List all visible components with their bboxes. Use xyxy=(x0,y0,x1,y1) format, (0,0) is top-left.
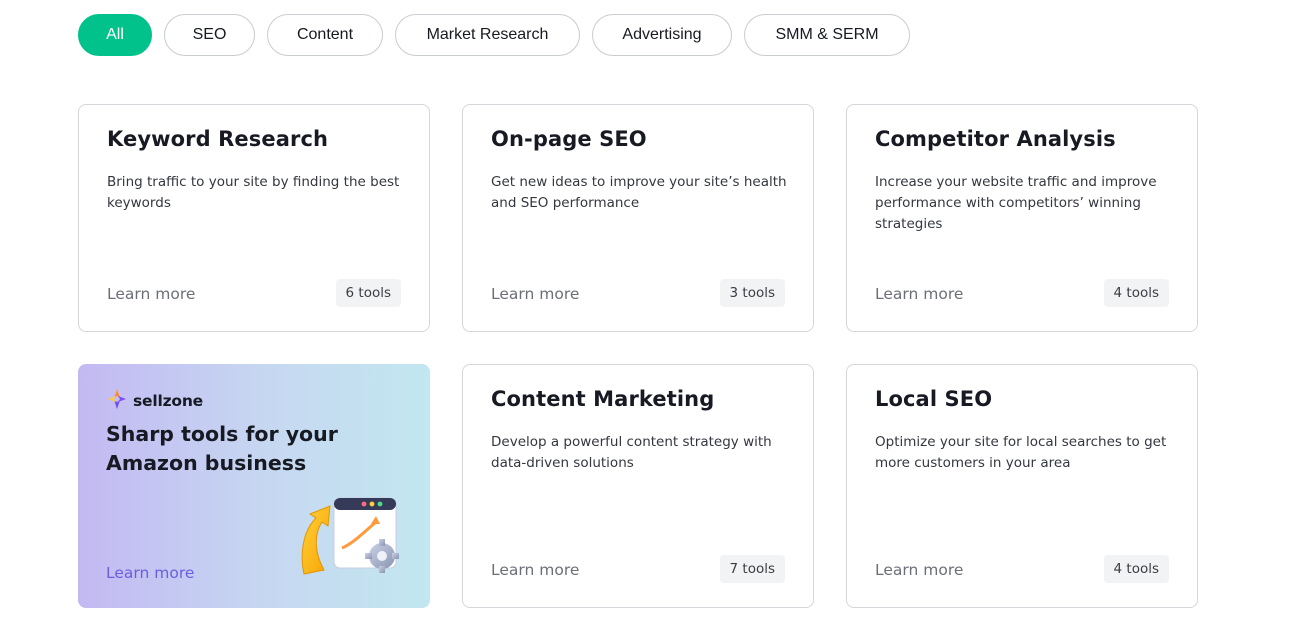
sellzone-logo: sellzone xyxy=(106,388,203,414)
filter-seo[interactable]: SEO xyxy=(164,14,255,56)
filter-advertising[interactable]: Advertising xyxy=(592,14,732,56)
card-content-marketing[interactable]: Content Marketing Develop a powerful con… xyxy=(462,364,814,608)
tools-count-badge: 6 tools xyxy=(335,279,401,307)
filter-all[interactable]: All xyxy=(78,14,152,56)
filter-content[interactable]: Content xyxy=(267,14,383,56)
promo-title: Sharp tools for your Amazon business xyxy=(106,422,338,475)
tools-count-badge: 4 tools xyxy=(1103,279,1169,307)
growth-arrow-browser-gear-icon xyxy=(296,496,406,590)
learn-more-link[interactable]: Learn more xyxy=(106,564,194,582)
card-local-seo[interactable]: Local SEO Optimize your site for local s… xyxy=(846,364,1198,608)
card-competitor-analysis[interactable]: Competitor Analysis Increase your websit… xyxy=(846,104,1198,332)
learn-more-link[interactable]: Learn more xyxy=(875,561,963,579)
card-title: Local SEO xyxy=(875,387,993,411)
learn-more-link[interactable]: Learn more xyxy=(491,285,579,303)
card-description: Develop a powerful content strategy with… xyxy=(491,434,772,471)
learn-more-link[interactable]: Learn more xyxy=(107,285,195,303)
tools-count-badge: 7 tools xyxy=(719,555,785,583)
card-keyword-research[interactable]: Keyword Research Bring traffic to your s… xyxy=(78,104,430,332)
card-title: Competitor Analysis xyxy=(875,127,1116,151)
card-title: On-page SEO xyxy=(491,127,647,151)
card-description: Get new ideas to improve your site’s hea… xyxy=(491,174,787,211)
sellzone-logo-text: sellzone xyxy=(133,392,203,410)
card-description: Increase your website traffic and improv… xyxy=(875,174,1157,232)
filter-market-research[interactable]: Market Research xyxy=(395,14,580,56)
tools-count-badge: 3 tools xyxy=(719,279,785,307)
card-description: Optimize your site for local searches to… xyxy=(875,434,1167,471)
card-description: Bring traffic to your site by finding th… xyxy=(107,174,400,211)
category-filters: All SEO Content Market Research Advertis… xyxy=(78,14,910,56)
tools-count-badge: 4 tools xyxy=(1103,555,1169,583)
sellzone-promo-card[interactable]: sellzone Sharp tools for your Amazon bus… xyxy=(78,364,430,608)
learn-more-link[interactable]: Learn more xyxy=(875,285,963,303)
learn-more-link[interactable]: Learn more xyxy=(491,561,579,579)
sellzone-logo-icon xyxy=(106,388,128,414)
card-title: Keyword Research xyxy=(107,127,329,151)
card-on-page-seo[interactable]: On-page SEO Get new ideas to improve you… xyxy=(462,104,814,332)
filter-smm-serm[interactable]: SMM & SERM xyxy=(744,14,910,56)
card-title: Content Marketing xyxy=(491,387,715,411)
